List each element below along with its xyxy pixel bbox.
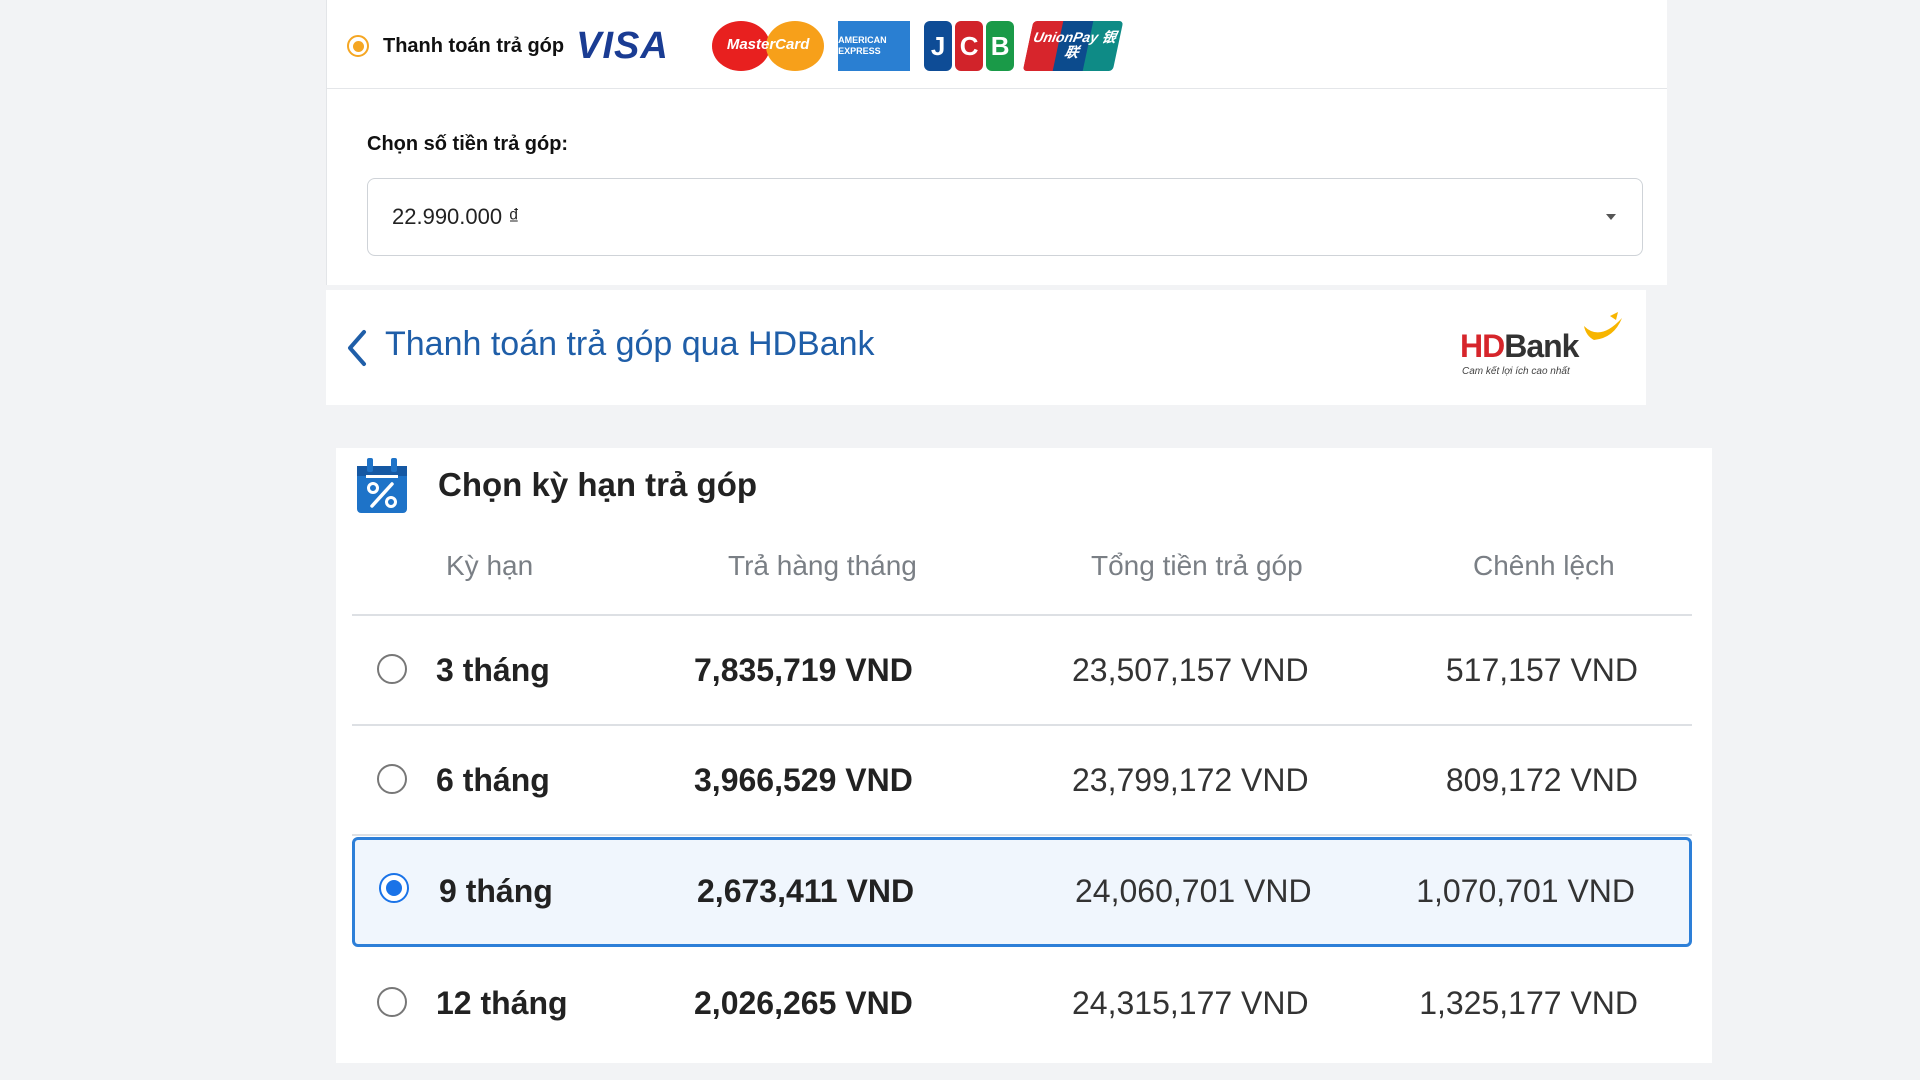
term-row-3[interactable]: 3 tháng 7,835,719 VND 23,507,157 VND 517… bbox=[352, 616, 1692, 726]
difference-cell: 517,157 VND bbox=[1445, 652, 1638, 688]
card-logos: VISA MasterCard AMERICAN EXPRESS JCB Uni… bbox=[576, 21, 1124, 71]
installment-amount-select[interactable]: 22.990.000 ₫ bbox=[367, 178, 1643, 256]
term-cell: 9 tháng bbox=[439, 873, 553, 909]
hdbank-logo: HDBank Cam kết lợi ích cao nhất bbox=[1460, 312, 1628, 384]
difference-cell: 1,325,177 VND bbox=[1419, 985, 1638, 1021]
term-row-6[interactable]: 6 tháng 3,966,529 VND 23,799,172 VND 809… bbox=[352, 726, 1692, 836]
calendar-percent-icon bbox=[357, 458, 407, 513]
monthly-cell: 2,026,265 VND bbox=[694, 985, 913, 1021]
term-section-title: Chọn kỳ hạn trả góp bbox=[438, 466, 758, 503]
col-header-monthly: Trả hàng tháng bbox=[728, 550, 917, 581]
term-radio[interactable] bbox=[377, 987, 407, 1017]
term-radio[interactable] bbox=[377, 764, 407, 794]
term-cell: 6 tháng bbox=[436, 762, 550, 798]
monthly-cell: 3,966,529 VND bbox=[694, 762, 913, 798]
bank-header: Thanh toán trả góp qua HDBank HDBank Cam… bbox=[326, 290, 1646, 405]
visa-logo: VISA bbox=[576, 24, 669, 67]
unionpay-logo: UnionPay 银联 bbox=[1022, 21, 1124, 71]
monthly-cell: 2,673,411 VND bbox=[697, 873, 915, 909]
total-cell: 23,507,157 VND bbox=[1072, 652, 1309, 688]
monthly-cell: 7,835,719 VND bbox=[694, 652, 913, 688]
total-cell: 24,060,701 VND bbox=[1075, 873, 1312, 909]
total-cell: 24,315,177 VND bbox=[1072, 985, 1309, 1021]
bank-title-link[interactable]: Thanh toán trả góp qua HDBank bbox=[385, 325, 875, 364]
radio-selected-dot bbox=[352, 40, 364, 52]
difference-cell: 809,172 VND bbox=[1445, 762, 1638, 798]
term-row-9-selected[interactable]: 9 tháng 2,673,411 VND 24,060,701 VND 1,0… bbox=[352, 837, 1692, 947]
hdbank-bird-icon bbox=[1584, 312, 1622, 340]
col-header-total: Tổng tiền trả góp bbox=[1091, 550, 1303, 581]
chevron-left-icon[interactable] bbox=[346, 328, 370, 368]
installment-option-label: Thanh toán trả góp bbox=[383, 34, 565, 57]
amount-label: Chọn số tiền trả góp: bbox=[367, 133, 569, 155]
col-header-difference: Chênh lệch bbox=[1473, 550, 1615, 581]
total-cell: 23,799,172 VND bbox=[1072, 762, 1309, 798]
term-cell: 3 tháng bbox=[436, 652, 550, 688]
col-header-term: Kỳ hạn bbox=[446, 550, 534, 581]
caret-down-icon bbox=[1606, 214, 1616, 220]
amex-logo: AMERICAN EXPRESS bbox=[838, 21, 911, 71]
term-radio[interactable] bbox=[377, 654, 407, 684]
mastercard-logo: MasterCard bbox=[712, 21, 825, 71]
term-radio-selected[interactable] bbox=[379, 873, 409, 903]
installment-payment-option[interactable]: Thanh toán trả góp VISA MasterCard AMERI… bbox=[347, 18, 1124, 74]
difference-cell: 1,070,701 VND bbox=[1416, 873, 1635, 909]
jcb-logo: JCB bbox=[924, 21, 1015, 71]
installment-payment-panel: Thanh toán trả góp VISA MasterCard AMERI… bbox=[326, 0, 1667, 285]
term-cell: 12 tháng bbox=[436, 985, 568, 1021]
divider bbox=[327, 88, 1667, 89]
installment-term-section: Chọn kỳ hạn trả góp Kỳ hạn Trả hàng thán… bbox=[336, 448, 1712, 1063]
term-row-12[interactable]: 12 tháng 2,026,265 VND 24,315,177 VND 1,… bbox=[352, 949, 1692, 1059]
installment-radio[interactable] bbox=[347, 35, 369, 57]
amount-value: 22.990.000 ₫ bbox=[392, 204, 520, 229]
